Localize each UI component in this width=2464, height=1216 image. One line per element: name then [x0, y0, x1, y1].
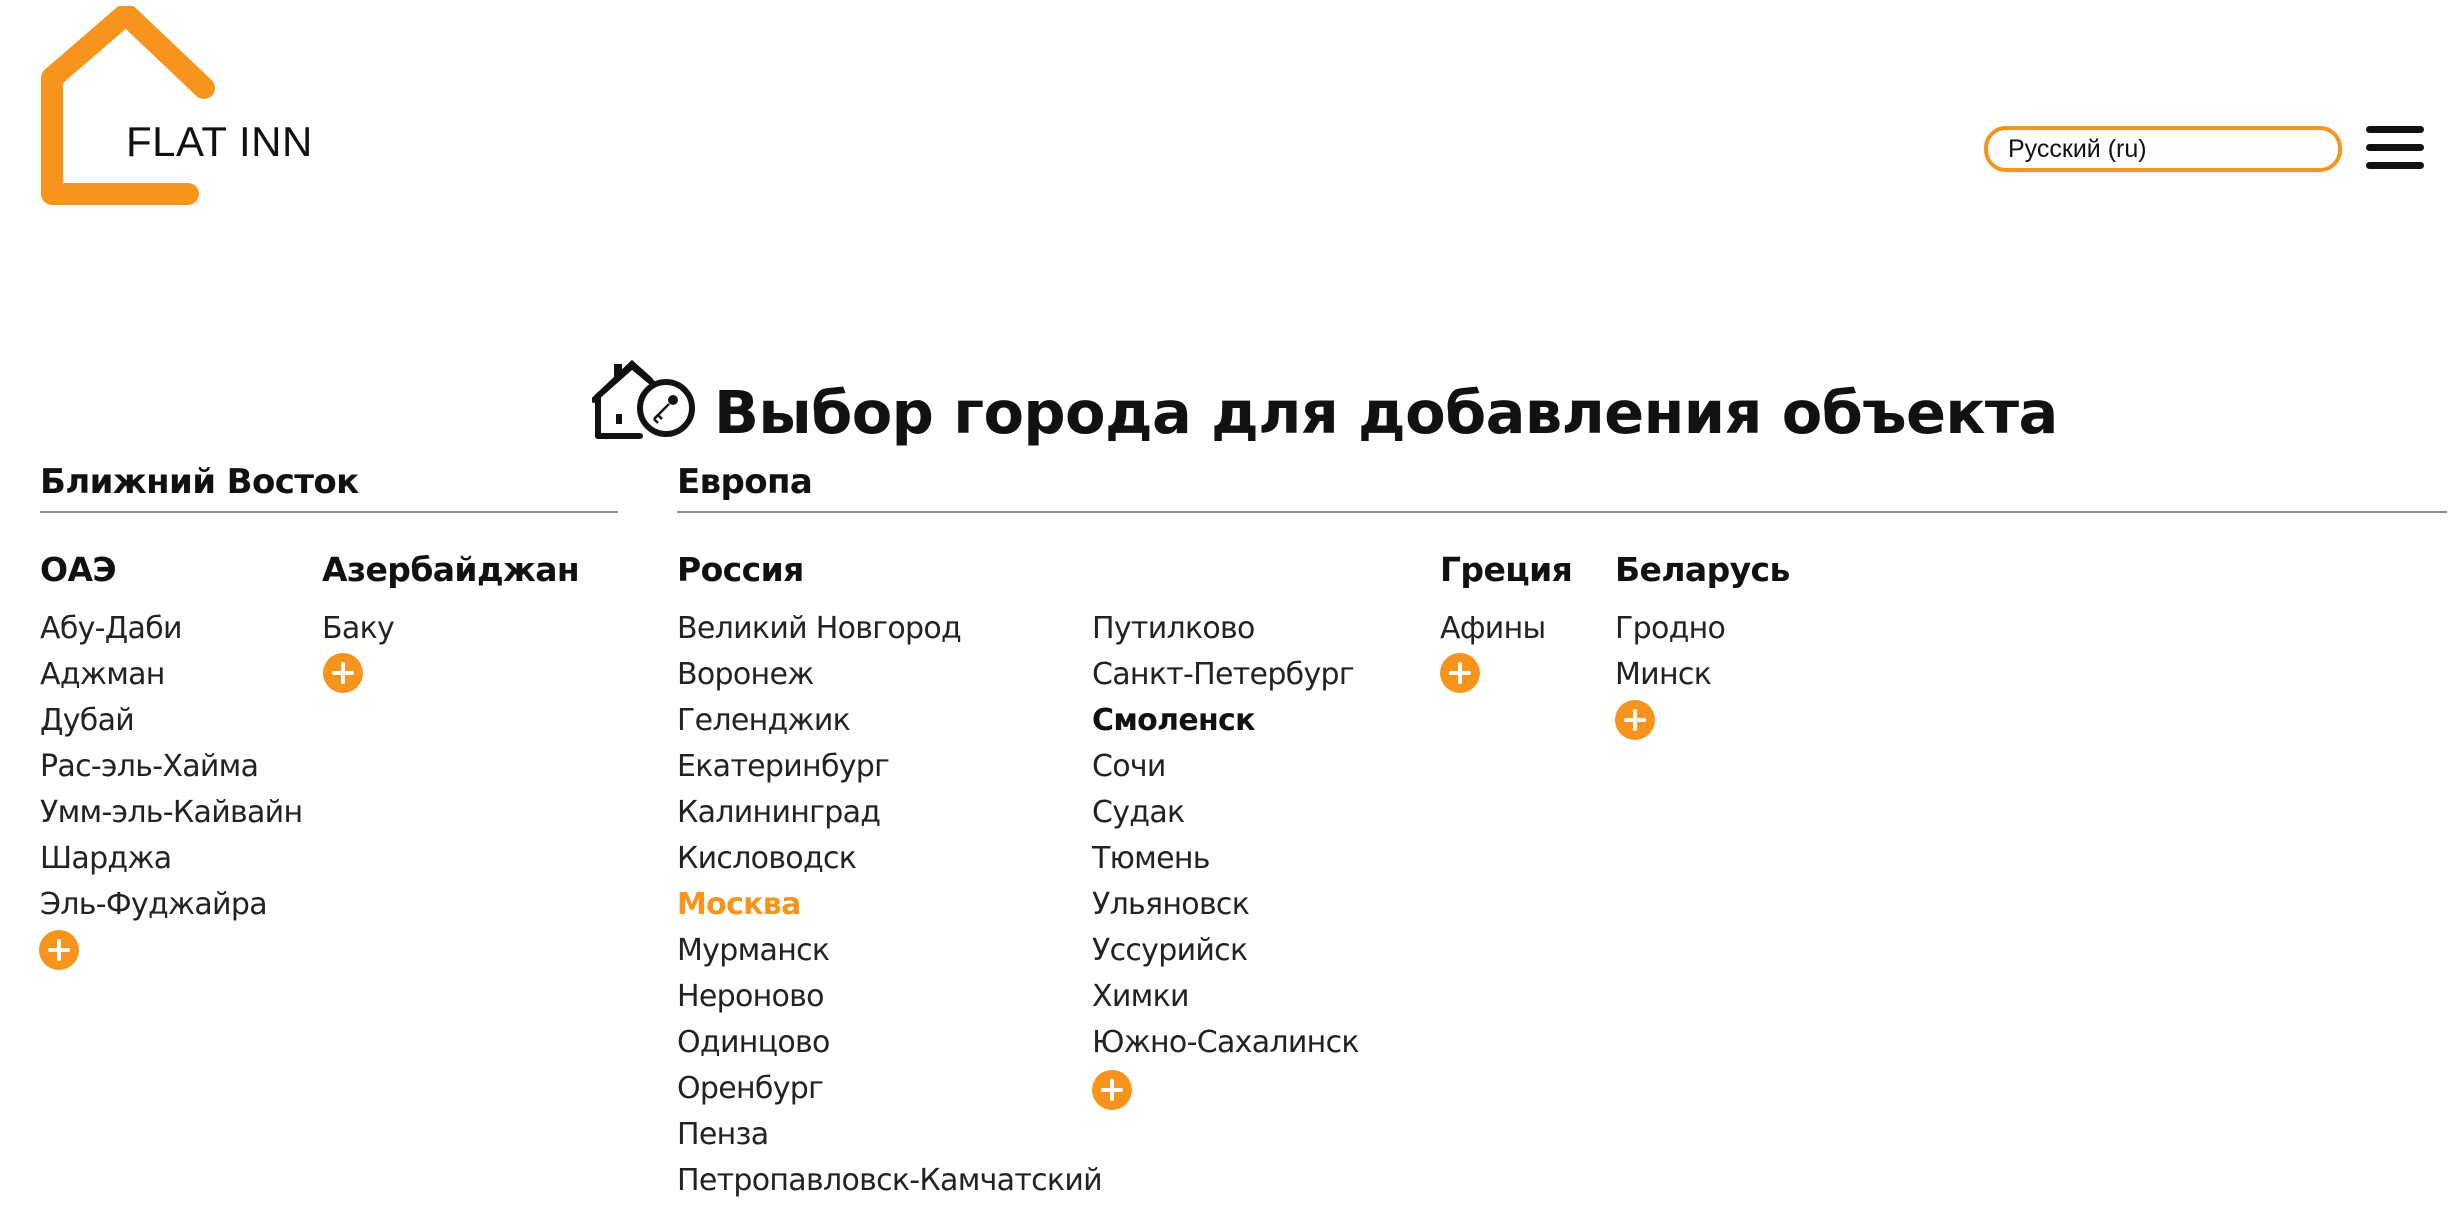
- city-link[interactable]: Санкт-Петербург: [1092, 655, 1359, 701]
- house-outline-icon: [41, 6, 215, 205]
- region-heading-europe: Европа: [677, 462, 813, 502]
- city-link[interactable]: Одинцово: [677, 1023, 1102, 1069]
- city-link[interactable]: Гродно: [1615, 609, 1726, 655]
- city-list-russia-col1: Великий Новгород Воронеж Геленджик Екате…: [677, 609, 1103, 1207]
- city-link[interactable]: Калининград: [677, 793, 1102, 839]
- country-heading-russia: Россия: [677, 550, 804, 589]
- city-link[interactable]: Минск: [1615, 655, 1725, 701]
- country-heading-uae: ОАЭ: [40, 550, 117, 589]
- country-heading-belarus: Беларусь: [1615, 550, 1790, 589]
- city-link[interactable]: Ульяновск: [1092, 885, 1359, 931]
- city-link[interactable]: Нероново: [677, 977, 1102, 1023]
- country-heading-azerbaijan: Азербайджан: [322, 550, 580, 589]
- region-divider: [677, 511, 2447, 513]
- language-select[interactable]: Русский (ru): [1984, 126, 2342, 172]
- language-select-value: Русский (ru): [2008, 135, 2147, 163]
- city-link[interactable]: Путилково: [1092, 609, 1359, 655]
- city-link[interactable]: Екатеринбург: [677, 747, 1102, 793]
- add-city-uae-plus-icon[interactable]: [39, 930, 79, 970]
- city-link[interactable]: Умм-эль-Кайвайн: [40, 793, 303, 839]
- city-list-greece: Афины: [1440, 609, 1546, 655]
- city-link[interactable]: Южно-Сахалинск: [1092, 1023, 1359, 1069]
- add-city-russia-plus-icon[interactable]: [1092, 1070, 1132, 1110]
- country-heading-greece: Греция: [1440, 550, 1573, 589]
- menu-bar: [2366, 126, 2424, 133]
- city-list-russia-col2: Путилково Санкт-Петербург Смоленск Сочи …: [1092, 609, 1359, 1069]
- city-link[interactable]: Афины: [1440, 609, 1546, 655]
- hamburger-menu-icon[interactable]: [2366, 126, 2424, 170]
- city-link[interactable]: Аджман: [40, 655, 302, 701]
- house-key-icon: [592, 359, 695, 439]
- city-link[interactable]: Химки: [1092, 977, 1359, 1023]
- add-city-azerbaijan-plus-icon[interactable]: [323, 653, 363, 693]
- city-link[interactable]: Петропавловск-Камчатский: [677, 1161, 1103, 1207]
- region-divider: [40, 511, 618, 513]
- city-list-uae: Абу-Даби Аджман Дубай Рас-эль-Хайма Умм-…: [40, 609, 303, 931]
- region-heading-middle-east: Ближний Восток: [40, 462, 359, 502]
- city-link[interactable]: Эль-Фуджайра: [40, 885, 302, 931]
- city-list-azerbaijan: Баку: [322, 609, 395, 655]
- city-link[interactable]: Рас-эль-Хайма: [40, 747, 302, 793]
- city-link[interactable]: Абу-Даби: [40, 609, 302, 655]
- city-link[interactable]: Уссурийск: [1092, 931, 1359, 977]
- city-link[interactable]: Баку: [322, 609, 395, 655]
- city-link[interactable]: Кисловодск: [677, 839, 1102, 885]
- menu-bar: [2366, 162, 2424, 169]
- city-link[interactable]: Оренбург: [677, 1069, 1102, 1115]
- city-link-active[interactable]: Москва: [677, 885, 1102, 931]
- city-link[interactable]: Великий Новгород: [677, 609, 1102, 655]
- city-link[interactable]: Геленджик: [677, 701, 1102, 747]
- page-title: Выбор города для добавления объекта: [714, 378, 2058, 447]
- city-link[interactable]: Пенза: [677, 1115, 1102, 1161]
- city-link[interactable]: Смоленск: [1092, 701, 1359, 747]
- city-list-belarus: Гродно Минск: [1615, 609, 1726, 701]
- city-link[interactable]: Воронеж: [677, 655, 1102, 701]
- city-link[interactable]: Мурманск: [677, 931, 1102, 977]
- menu-bar: [2366, 144, 2424, 151]
- add-city-greece-plus-icon[interactable]: [1440, 653, 1480, 693]
- city-link[interactable]: Судак: [1092, 793, 1359, 839]
- logo-text: FLAT INN: [126, 118, 313, 165]
- city-link[interactable]: Тюмень: [1092, 839, 1359, 885]
- city-link[interactable]: Дубай: [40, 701, 302, 747]
- city-link[interactable]: Шарджа: [40, 839, 302, 885]
- city-link[interactable]: Сочи: [1092, 747, 1359, 793]
- add-city-belarus-plus-icon[interactable]: [1615, 700, 1655, 740]
- site-logo[interactable]: FLAT INN: [38, 6, 358, 210]
